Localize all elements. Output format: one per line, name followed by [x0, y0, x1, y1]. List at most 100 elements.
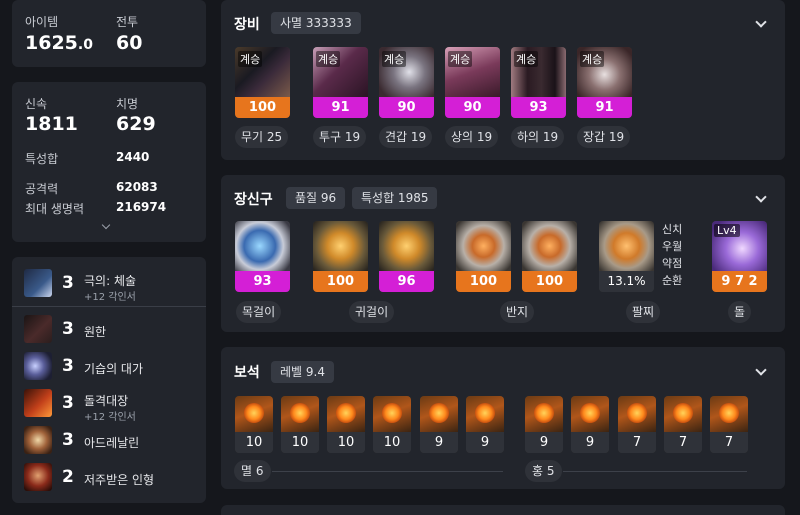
earring-label: 귀걸이	[349, 301, 395, 323]
accessory-card[interactable]: 96	[379, 221, 434, 292]
trait-total-value: 2440	[116, 150, 150, 164]
cursed-doll-icon	[24, 463, 52, 491]
annihilation-gem-icon	[281, 396, 319, 432]
succession-tag: 계승	[238, 51, 263, 67]
equipment-label: 견갑 19	[379, 126, 433, 148]
accessories-title: 장신구	[234, 192, 273, 208]
engraving-level: 2	[62, 467, 74, 487]
accessory-card[interactable]: 100	[522, 221, 577, 292]
equipment-set-pill: 사멸 333333	[271, 12, 361, 34]
attack-label: 공격력	[25, 182, 59, 196]
quality-bar: 93	[511, 97, 566, 118]
bracelet-effect: 우월	[662, 240, 683, 253]
bracelet-effects: 신치 우월 약점 순환	[662, 223, 682, 288]
quality-bar: 91	[313, 97, 368, 118]
equipment-title: 장비	[234, 17, 260, 33]
engraving-item[interactable]: 3 극의: 체술 +12 각인서	[24, 269, 199, 303]
gem-card[interactable]: 7	[618, 396, 656, 453]
gem-divider	[272, 471, 503, 472]
equipment-label: 투구 19	[313, 126, 367, 148]
next-section-panel	[221, 505, 785, 515]
engraving-item[interactable]: 2 저주받은 인형	[24, 463, 199, 493]
gem-level: 10	[235, 432, 273, 453]
combat-level-label: 전투	[116, 15, 139, 29]
succession-tag: 계승	[448, 51, 473, 67]
gem-level: 7	[618, 432, 656, 453]
bracelet-effect: 신치	[662, 223, 683, 236]
crimson-gem-icon	[571, 396, 609, 432]
gem-card[interactable]: 9	[571, 396, 609, 453]
gem-card[interactable]: 10	[281, 396, 319, 453]
gem-level: 9	[571, 432, 609, 453]
engraving-item[interactable]: 3 돌격대장 +12 각인서	[24, 389, 199, 423]
gem-level: 10	[327, 432, 365, 453]
equipment-card[interactable]: 계승 93	[511, 47, 566, 118]
gem-card[interactable]: 9	[525, 396, 563, 453]
gem-level-pill: 레벨 9.4	[271, 361, 334, 383]
gem-card[interactable]: 10	[235, 396, 273, 453]
bracelet-effect: 약점	[662, 257, 683, 270]
ring-label: 반지	[500, 301, 535, 323]
bracelet-card[interactable]: 13.1%	[599, 221, 654, 292]
quality-bar: 100	[456, 271, 511, 292]
succession-tag: 계승	[382, 51, 407, 67]
annihilation-gem-icon	[235, 396, 273, 432]
equipment-card[interactable]: 계승 90	[379, 47, 434, 118]
engraving-divider	[12, 306, 206, 307]
accessory-card[interactable]: 93	[235, 221, 290, 292]
crimson-gem-icon	[525, 396, 563, 432]
max-hp-label: 최대 생명력	[25, 202, 85, 216]
bracelet-icon	[599, 221, 654, 271]
swiftness-value: 1811	[25, 113, 78, 135]
engraving-level: 3	[62, 393, 74, 413]
equipment-card[interactable]: 계승 91	[577, 47, 632, 118]
gem-card[interactable]: 10	[327, 396, 365, 453]
equipment-card[interactable]: 계승 90	[445, 47, 500, 118]
gem-card[interactable]: 9	[466, 396, 504, 453]
ring-icon	[522, 221, 577, 271]
engraving-name: 원한	[84, 325, 107, 339]
ability-stone-card[interactable]: Lv4 9 7 2	[712, 221, 767, 292]
gem-divider	[563, 471, 747, 472]
quality-bar: 100	[522, 271, 577, 292]
gem-card[interactable]: 7	[664, 396, 702, 453]
accessory-card[interactable]: 100	[313, 221, 368, 292]
quality-bar: 100	[313, 271, 368, 292]
necklace-icon	[235, 221, 290, 271]
gem-level: 10	[373, 432, 411, 453]
engraving-name: 아드레날린	[84, 436, 140, 450]
accessory-trait-pill: 특성합 1985	[352, 187, 438, 209]
bracelet-value: 13.1%	[599, 271, 654, 292]
necklace-label: 목걸이	[236, 301, 282, 323]
body-art-icon	[24, 269, 52, 297]
annihilation-gem-icon	[466, 396, 504, 432]
equipment-card[interactable]: 계승 91	[313, 47, 368, 118]
gem-card[interactable]: 10	[373, 396, 411, 453]
engraving-level: 3	[62, 356, 74, 376]
trait-total-label: 특성합	[25, 152, 59, 166]
level-panel: 아이템 1625.0 전투 60	[12, 0, 206, 67]
equipment-card[interactable]: 계승 100	[235, 47, 290, 118]
gem-card[interactable]: 7	[710, 396, 748, 453]
equipment-label: 하의 19	[511, 126, 565, 148]
engraving-item[interactable]: 3 기습의 대가	[24, 352, 199, 382]
quality-bar: 100	[235, 97, 290, 118]
engraving-level: 3	[62, 319, 74, 339]
crit-value: 629	[116, 113, 156, 135]
equipment-label: 무기 25	[235, 126, 289, 148]
grudge-icon	[24, 315, 52, 343]
gem-level: 9	[466, 432, 504, 453]
engraving-item[interactable]: 3 원한	[24, 315, 199, 345]
succession-tag: 계승	[316, 51, 341, 67]
gem-card[interactable]: 9	[420, 396, 458, 453]
quality-bar: 96	[379, 271, 434, 292]
bracelet-effect: 순환	[662, 274, 683, 287]
engraving-name: 극의: 체술	[84, 274, 137, 288]
item-level-value: 1625.0	[25, 32, 93, 54]
accessory-card[interactable]: 100	[456, 221, 511, 292]
annihilation-gem-icon	[327, 396, 365, 432]
earring-icon	[379, 221, 434, 271]
engraving-item[interactable]: 3 아드레날린	[24, 426, 199, 456]
succession-tag: 계승	[514, 51, 539, 67]
combat-level-value: 60	[116, 32, 143, 54]
